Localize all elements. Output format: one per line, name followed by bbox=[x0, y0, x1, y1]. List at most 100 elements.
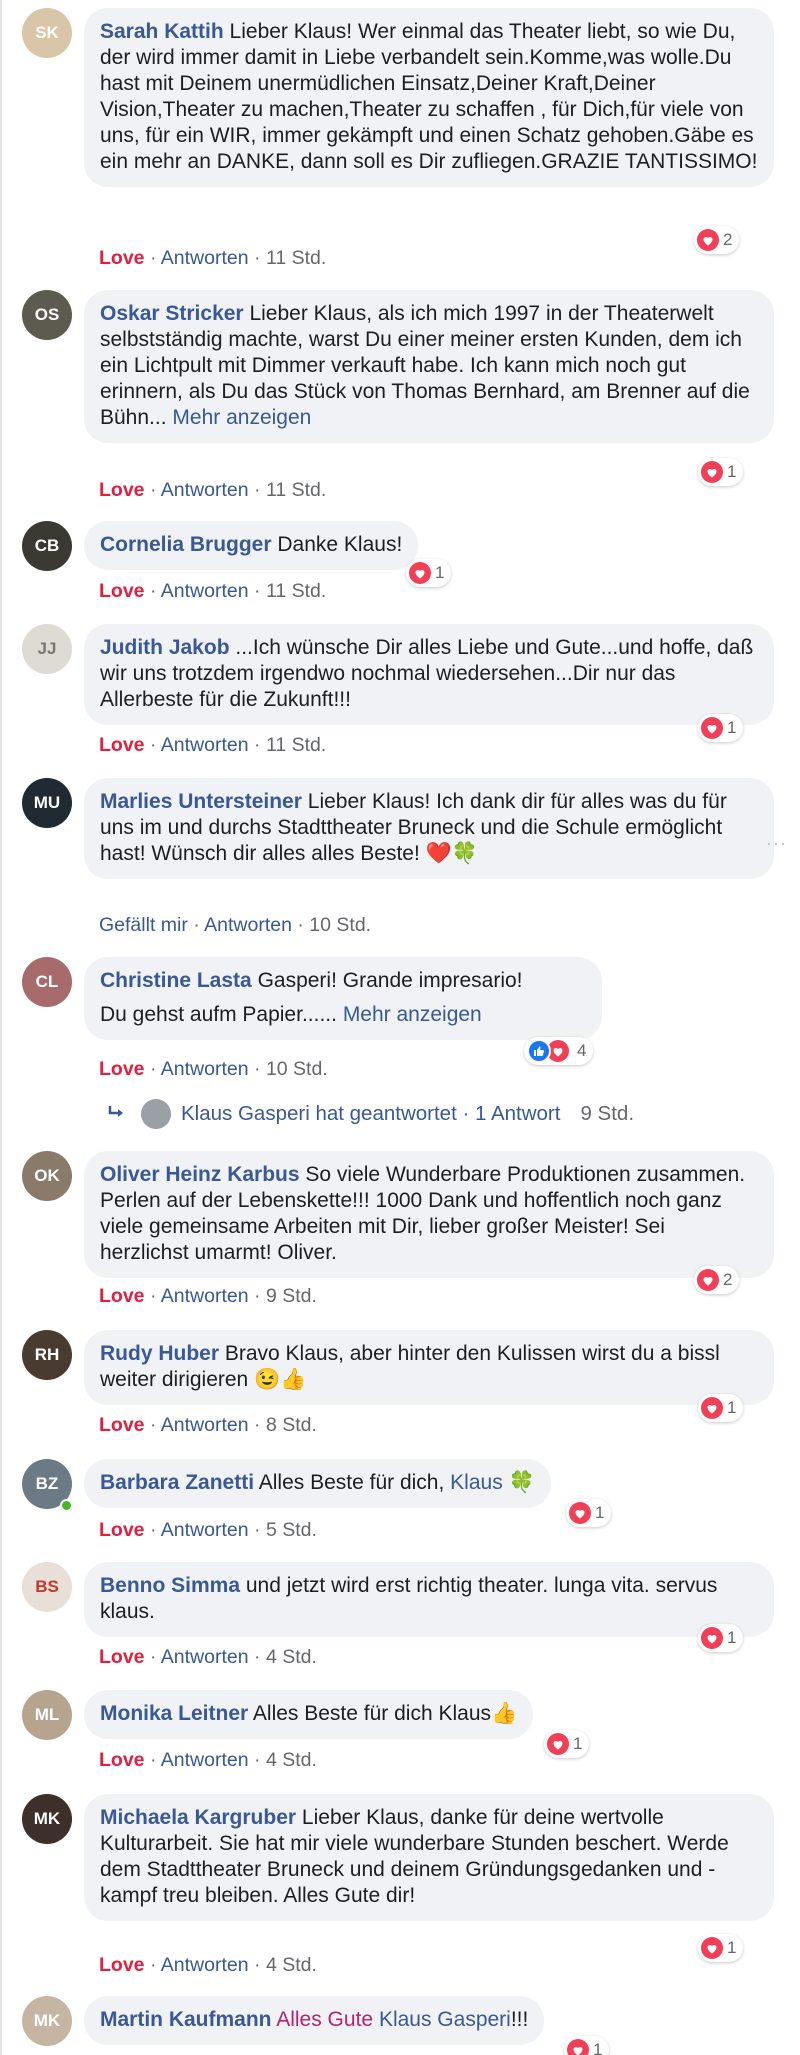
reaction-count-label: 1 bbox=[593, 2040, 603, 2055]
avatar[interactable]: ML bbox=[22, 1690, 72, 1740]
love-reaction-link[interactable]: Love bbox=[99, 1954, 145, 1976]
reply-link[interactable]: Antworten bbox=[161, 1646, 249, 1668]
comment-text-second-line: Du gehst aufm Papier...... bbox=[100, 1003, 337, 1026]
reaction-count-label: 1 bbox=[435, 563, 445, 582]
heart-icon bbox=[701, 1397, 723, 1419]
reaction-count[interactable]: 1 bbox=[698, 458, 744, 486]
avatar[interactable]: RH bbox=[22, 1330, 72, 1380]
reaction-count[interactable]: 1 bbox=[566, 1499, 612, 1527]
timestamp[interactable]: 11 Std. bbox=[266, 734, 326, 756]
love-reaction-link[interactable]: Love bbox=[99, 1646, 145, 1668]
love-reaction-link[interactable]: Love bbox=[99, 1414, 145, 1436]
reaction-count-label: 2 bbox=[723, 1270, 733, 1289]
comment-actions: Love · Antworten · 9 Std. bbox=[99, 1285, 317, 1307]
reply-link[interactable]: Antworten bbox=[161, 1058, 249, 1080]
love-reaction-link[interactable]: Love bbox=[99, 1749, 145, 1771]
love-reaction-link[interactable]: Love bbox=[99, 479, 145, 501]
reaction-count[interactable]: 1 bbox=[698, 1624, 744, 1652]
love-reaction-link[interactable]: Love bbox=[99, 580, 145, 602]
reply-link[interactable]: Antworten bbox=[161, 247, 249, 269]
comment-author[interactable]: Oskar Stricker bbox=[100, 302, 244, 325]
reply-link[interactable]: Antworten bbox=[161, 1954, 249, 1976]
reaction-count[interactable]: 1 bbox=[698, 1934, 744, 1962]
avatar[interactable]: MK bbox=[22, 1794, 72, 1844]
love-reaction-link[interactable]: Love bbox=[99, 734, 145, 756]
comment-author[interactable]: Marlies Untersteiner bbox=[100, 790, 302, 813]
comment-author[interactable]: Rudy Huber bbox=[100, 1342, 219, 1365]
timestamp[interactable]: 8 Std. bbox=[266, 1414, 317, 1436]
timestamp[interactable]: 5 Std. bbox=[266, 1519, 317, 1541]
reply-thread-text[interactable]: Klaus Gasperi hat geantwortet · 1 Antwor… bbox=[181, 1102, 560, 1126]
love-reaction-link[interactable]: Love bbox=[99, 1519, 145, 1541]
reaction-count-label: 1 bbox=[573, 1734, 583, 1753]
avatar[interactable] bbox=[141, 1099, 171, 1129]
comment-author[interactable]: Judith Jakob bbox=[100, 636, 230, 659]
timestamp[interactable]: 10 Std. bbox=[309, 914, 371, 936]
reply-link[interactable]: Antworten bbox=[161, 580, 249, 602]
avatar[interactable]: MK bbox=[22, 1996, 72, 2046]
comment-bubble: Monika Leitner Alles Beste für dich Klau… bbox=[84, 1690, 534, 1739]
heart-icon bbox=[567, 2039, 589, 2055]
avatar[interactable]: JJ bbox=[22, 624, 72, 674]
reply-link[interactable]: Antworten bbox=[161, 1285, 249, 1307]
reaction-count[interactable]: 1 bbox=[698, 1394, 744, 1422]
comment-author[interactable]: Monika Leitner bbox=[100, 1702, 248, 1725]
avatar[interactable]: BS bbox=[22, 1562, 72, 1612]
comment-author[interactable]: Michaela Kargruber bbox=[100, 1806, 296, 1829]
comment-bubble: Rudy Huber Bravo Klaus, aber hinter den … bbox=[84, 1330, 774, 1405]
comment-text: Alles Beste für dich, bbox=[258, 1471, 445, 1494]
avatar[interactable]: OS bbox=[22, 290, 72, 340]
comment-author[interactable]: Oliver Heinz Karbus bbox=[100, 1163, 300, 1186]
love-reaction-link[interactable]: Love bbox=[99, 1285, 145, 1307]
see-more-link[interactable]: Mehr anzeigen bbox=[343, 1003, 482, 1026]
reply-thread-link[interactable]: Klaus Gasperi hat geantwortet · 1 Antwor… bbox=[107, 1099, 634, 1129]
comment-actions: Love · Antworten · 11 Std. bbox=[99, 580, 327, 602]
timestamp[interactable]: 11 Std. bbox=[266, 247, 326, 269]
timestamp[interactable]: 11 Std. bbox=[266, 580, 326, 602]
comment-author[interactable]: Christine Lasta bbox=[100, 969, 252, 992]
timestamp[interactable]: 9 Std. bbox=[266, 1285, 317, 1307]
see-more-link[interactable]: Mehr anzeigen bbox=[172, 406, 311, 429]
reaction-count[interactable]: 2 bbox=[694, 226, 740, 254]
mention-link[interactable]: Klaus bbox=[450, 1471, 503, 1494]
timestamp[interactable]: 11 Std. bbox=[266, 479, 326, 501]
heart-icon bbox=[697, 229, 719, 251]
comment-author[interactable]: Barbara Zanetti bbox=[100, 1471, 254, 1494]
avatar[interactable]: MU bbox=[22, 778, 72, 828]
love-reaction-link[interactable]: Love bbox=[99, 247, 145, 269]
timestamp[interactable]: 4 Std. bbox=[266, 1749, 317, 1771]
reaction-count[interactable]: 1 bbox=[564, 2036, 610, 2055]
timestamp[interactable]: 4 Std. bbox=[266, 1954, 317, 1976]
timestamp[interactable]: 4 Std. bbox=[266, 1646, 317, 1668]
reply-link[interactable]: Antworten bbox=[161, 479, 249, 501]
mention-link[interactable]: Klaus Gasperi bbox=[379, 2008, 511, 2031]
comment-author[interactable]: Martin Kaufmann bbox=[100, 2008, 272, 2031]
reply-link[interactable]: Antworten bbox=[161, 1519, 249, 1541]
love-reaction-link[interactable]: Love bbox=[99, 1058, 145, 1080]
comment-bubble: Benno Simma und jetzt wird erst richtig … bbox=[84, 1562, 774, 1637]
comment-author[interactable]: Cornelia Brugger bbox=[100, 533, 272, 556]
heart-icon bbox=[547, 1733, 569, 1755]
avatar[interactable]: OK bbox=[22, 1151, 72, 1201]
timestamp[interactable]: 10 Std. bbox=[266, 1058, 328, 1080]
reaction-count[interactable]: 1 bbox=[406, 559, 452, 587]
reaction-count[interactable]: 2 bbox=[694, 1266, 740, 1294]
like-reaction-link[interactable]: Gefällt mir bbox=[99, 914, 188, 936]
avatar[interactable]: SK bbox=[22, 8, 72, 58]
comment-bubble: Marlies Untersteiner Lieber Klaus! Ich d… bbox=[84, 778, 774, 879]
comment-author[interactable]: Sarah Kattih bbox=[100, 20, 224, 43]
reply-link[interactable]: Antworten bbox=[161, 1749, 249, 1771]
heart-icon bbox=[701, 717, 723, 739]
comment-author[interactable]: Benno Simma bbox=[100, 1574, 240, 1597]
reaction-count-label: 4 bbox=[577, 1041, 587, 1060]
avatar[interactable]: CB bbox=[22, 521, 72, 571]
reaction-count[interactable]: 1 bbox=[544, 1730, 590, 1758]
more-options-icon[interactable]: ··· bbox=[766, 833, 787, 854]
avatar[interactable]: CL bbox=[22, 957, 72, 1007]
reply-link[interactable]: Antworten bbox=[161, 734, 249, 756]
reaction-count[interactable]: 4 bbox=[524, 1037, 594, 1065]
reaction-count[interactable]: 1 bbox=[698, 714, 744, 742]
reply-link[interactable]: Antworten bbox=[161, 1414, 249, 1436]
comment-actions: Love · Antworten · 11 Std. bbox=[99, 247, 327, 269]
reply-link[interactable]: Antworten bbox=[204, 914, 292, 936]
